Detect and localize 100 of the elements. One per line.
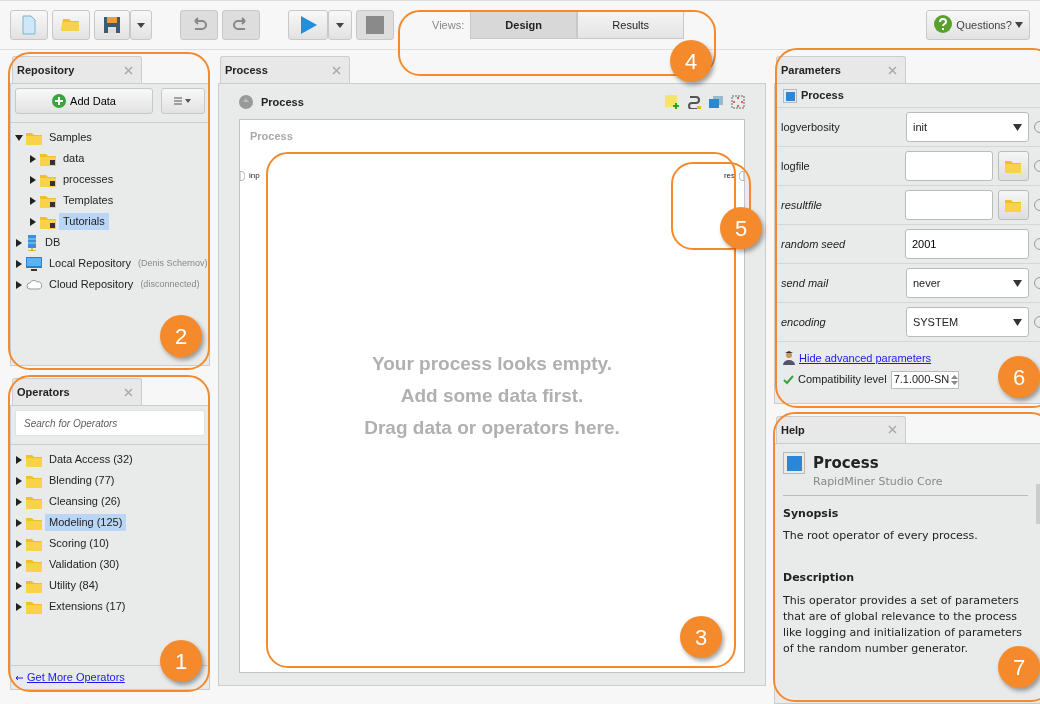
tab-label: Repository <box>17 62 75 78</box>
callout-number: 4 <box>670 40 712 82</box>
info-icon[interactable] <box>1034 277 1040 289</box>
section-text: The root operator of every process. <box>783 528 979 545</box>
parameter-label: send mail <box>781 275 830 291</box>
add-data-button[interactable]: Add Data <box>15 88 153 114</box>
locked-folder-icon <box>40 193 56 208</box>
save-button[interactable] <box>94 10 130 40</box>
info-icon[interactable] <box>1034 316 1040 328</box>
expand-arrow-icon[interactable] <box>15 455 23 464</box>
expand-arrow-icon[interactable] <box>15 602 23 611</box>
browse-button[interactable] <box>997 190 1029 220</box>
search-field[interactable]: Search for Operators <box>15 410 205 436</box>
tree-item[interactable]: DB <box>41 234 65 251</box>
folder-icon <box>26 578 42 593</box>
monitor-icon <box>26 256 42 271</box>
up-icon[interactable] <box>239 95 253 110</box>
close-icon[interactable] <box>888 425 897 435</box>
expand-arrow-icon[interactable] <box>15 259 23 268</box>
operator-category[interactable]: Scoring (10) <box>45 535 113 552</box>
breadcrumb[interactable]: Process <box>261 94 304 111</box>
operator-icon <box>783 451 805 474</box>
spinner-arrows-icon[interactable] <box>951 373 959 386</box>
undo-button[interactable] <box>180 10 218 40</box>
close-icon[interactable] <box>332 65 341 75</box>
tree-item[interactable]: Templates <box>59 192 118 209</box>
operators-tab[interactable]: Operators <box>12 378 142 405</box>
info-icon[interactable] <box>1034 238 1040 250</box>
operator-category[interactable]: Cleansing (26) <box>45 493 125 510</box>
get-more-operators-link[interactable]: Get More Operators <box>27 669 125 686</box>
repository-tab[interactable]: Repository <box>12 56 142 83</box>
dropdown-field[interactable]: init <box>905 112 1029 142</box>
expand-arrow-icon[interactable] <box>15 238 23 247</box>
tree-item[interactable]: Tutorials <box>59 213 109 230</box>
view-tab[interactable]: Results <box>577 11 685 39</box>
questions-button[interactable]: Questions? <box>926 10 1030 40</box>
expand-arrow-icon[interactable] <box>15 280 23 289</box>
run-button[interactable] <box>288 10 328 40</box>
operator-category[interactable]: Modeling (125) <box>45 514 127 531</box>
connector-icon[interactable] <box>687 95 701 110</box>
info-icon[interactable] <box>1034 121 1040 133</box>
operator-category[interactable]: Extensions (17) <box>45 598 130 615</box>
operator-category[interactable]: Blending (77) <box>45 472 119 489</box>
process-tab[interactable]: Process <box>220 56 350 83</box>
file-field[interactable] <box>904 190 993 220</box>
views-label: Views: <box>432 17 465 33</box>
close-icon[interactable] <box>888 65 897 75</box>
browse-button[interactable] <box>997 151 1029 181</box>
expand-arrow-icon[interactable] <box>15 518 23 527</box>
help-tab[interactable]: Help <box>776 415 906 443</box>
expand-arrow-icon[interactable] <box>15 560 23 569</box>
operator-category[interactable]: Validation (30) <box>45 556 124 573</box>
layers-icon[interactable] <box>709 95 723 110</box>
operator-category[interactable]: Data Access (32) <box>45 451 137 468</box>
section-heading: Description <box>783 570 856 587</box>
tree-item[interactable]: processes <box>59 171 118 188</box>
dropdown-field[interactable]: never <box>905 268 1029 298</box>
expand-arrow-icon[interactable] <box>15 476 23 485</box>
port-icon[interactable] <box>240 171 245 181</box>
operator-category[interactable]: Utility (84) <box>45 577 103 594</box>
expand-arrow-icon[interactable] <box>29 217 37 226</box>
tree-item[interactable]: data <box>59 150 89 167</box>
fit-icon[interactable] <box>731 95 745 110</box>
cloud-icon <box>26 279 42 290</box>
view-tab[interactable]: Design <box>470 11 578 39</box>
note-add-icon[interactable] <box>665 95 679 110</box>
dropdown-button[interactable] <box>130 10 152 40</box>
help-title: Process <box>813 452 880 474</box>
check-icon <box>783 374 794 385</box>
text-field[interactable]: 2001 <box>905 229 1029 259</box>
expand-arrow-icon[interactable] <box>15 497 23 506</box>
info-icon[interactable] <box>1034 199 1040 211</box>
close-icon[interactable] <box>124 387 133 397</box>
parameters-tab[interactable]: Parameters <box>776 56 906 83</box>
close-icon[interactable] <box>124 65 133 75</box>
hide-advanced-link[interactable]: Hide advanced parameters <box>799 350 932 367</box>
expand-arrow-icon[interactable] <box>29 175 37 184</box>
expand-arrow-icon[interactable] <box>15 539 23 548</box>
file-field[interactable] <box>904 151 993 181</box>
dropdown-button[interactable] <box>328 10 352 40</box>
expand-arrow-icon[interactable] <box>29 196 37 205</box>
port-icon[interactable] <box>739 171 744 181</box>
compatibility-spinner[interactable]: 7.1.000-SN <box>890 370 960 389</box>
collapse-arrow-icon[interactable] <box>15 133 23 142</box>
arrow-icon[interactable] <box>15 674 23 681</box>
locked-folder-icon <box>40 214 56 229</box>
parameter-label: logverbosity <box>781 119 841 135</box>
info-icon[interactable] <box>1034 160 1040 172</box>
tree-item[interactable]: Local Repository <box>45 255 135 272</box>
parameter-label: random seed <box>781 236 847 252</box>
tree-item[interactable]: Cloud Repository <box>45 276 138 293</box>
tab-label: Process <box>225 62 268 78</box>
expand-arrow-icon[interactable] <box>15 581 23 590</box>
menu-button[interactable] <box>161 88 205 114</box>
new-button[interactable] <box>10 10 48 40</box>
expand-arrow-icon[interactable] <box>29 154 37 163</box>
folder-icon <box>26 536 42 551</box>
tree-item[interactable]: Samples <box>45 129 96 146</box>
dropdown-field[interactable]: SYSTEM <box>905 307 1029 337</box>
redo-button[interactable] <box>222 10 260 40</box>
